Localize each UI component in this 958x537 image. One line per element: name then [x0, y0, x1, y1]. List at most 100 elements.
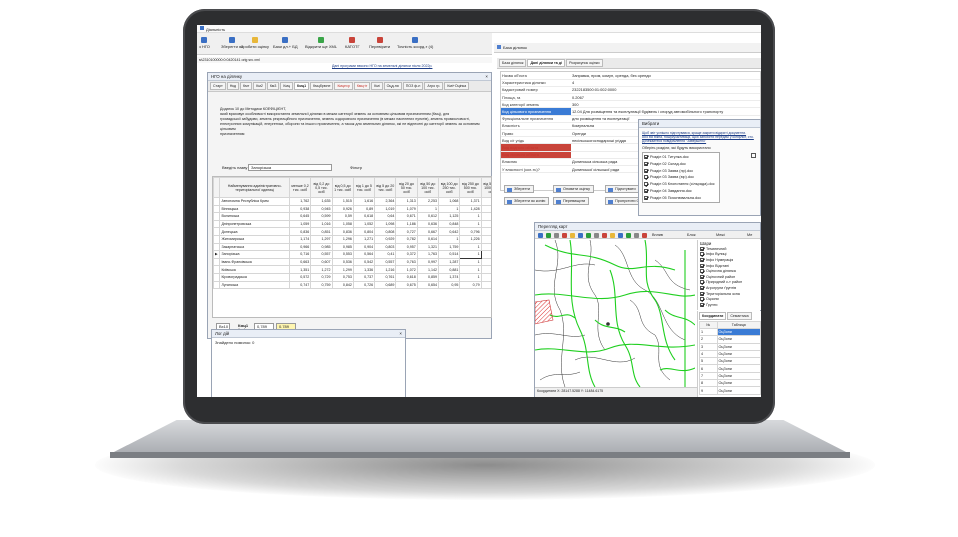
toolbar-button-6[interactable]: Перевірити	[369, 37, 390, 49]
panel-button-3[interactable]: Зберегти як копію	[504, 197, 550, 205]
map-canvas[interactable]	[535, 240, 695, 387]
region-input[interactable]: Запорізька	[248, 164, 332, 171]
panel-button-2[interactable]: Підготувати	[605, 185, 640, 193]
sub-caption[interactable]: Дані програми ввсоно НГО на земельні діл…	[332, 64, 432, 68]
tab-9[interactable]: Кмцгіт	[353, 82, 371, 90]
table-row[interactable]: Кіровоградська 0,572 0,729 0,753 0,737 0,761 0…	[213, 272, 491, 282]
tab-0[interactable]: Старт	[210, 82, 226, 90]
toolbar-button-5[interactable]: КАТОТГ	[345, 37, 360, 49]
map-tool-icon[interactable]	[562, 232, 567, 238]
table-row[interactable]: Івано-Франківська 0,663 0,607 0,536 0,542 0,5…	[213, 257, 491, 267]
prop-row[interactable]: Код цільового призначення 12.04 Для розмі…	[501, 107, 760, 116]
coords-row[interactable]: 1 ОцЗони	[699, 327, 761, 337]
checkbox-icon[interactable]	[644, 175, 648, 180]
panel-button-0[interactable]: Зберегти	[504, 185, 535, 193]
prop-row[interactable]: Площа, га 0.2067	[501, 93, 760, 102]
column-header[interactable]: від 0,2 до 0,5 тис. осіб	[310, 177, 333, 198]
tab-14[interactable]: Кмі+Оцінка	[444, 82, 470, 90]
column-header[interactable]: Найменування адміністративно-територіаль…	[219, 177, 290, 198]
coords-row[interactable]: 2 ОцЗони	[699, 335, 761, 344]
right-tab-1[interactable]: Дані ділянки та ді	[527, 59, 566, 67]
column-header[interactable]: від 1 до 5 тис. осіб	[352, 177, 376, 198]
close-icon[interactable]: ×	[485, 74, 488, 79]
checkbox-icon[interactable]	[644, 161, 648, 166]
column-header[interactable]: від 5 до 20 тис. осіб	[374, 177, 397, 198]
coords-tab-0[interactable]: Координати	[699, 312, 727, 320]
checkbox-icon[interactable]	[644, 155, 648, 159]
select-all-checkbox[interactable]	[751, 153, 756, 158]
toolbar-button-7[interactable]: Точність коорд-т (4)	[397, 37, 433, 49]
table-row[interactable]: Волинська 0,645 0,599 0,59 0,618 0,64 0,671 0,6…	[213, 212, 491, 221]
tab-6[interactable]: Кмц1	[294, 82, 310, 90]
table-row[interactable]: Вінницька 0,938 0,945 0,926 0,89 1,019 1,079 1 1…	[213, 204, 491, 214]
coords-row[interactable]: 8 ОцЗони	[699, 379, 761, 388]
tab-4[interactable]: Км3	[266, 82, 280, 90]
popup-file-item[interactable]: Розділ 01 Титулка.doc	[644, 154, 718, 161]
prop-row[interactable]: Назва об'єкта Заправка, пром, комун, орен…	[501, 72, 760, 80]
prop-row[interactable]: Код категорії земель 300	[501, 100, 760, 109]
tab-3[interactable]: Км2	[253, 82, 266, 90]
right-tab-0[interactable]: База ділянок	[499, 59, 527, 67]
map-tool-icon[interactable]	[642, 232, 647, 238]
tab-12[interactable]: ПОЗ ф-н	[402, 82, 424, 90]
tab-8[interactable]: Кмцеxp	[334, 82, 353, 90]
checkbox-icon[interactable]	[700, 291, 704, 296]
checkbox-icon[interactable]	[700, 252, 704, 257]
column-header[interactable]: від 20 до 50 тис. осіб	[395, 177, 418, 198]
coords-row[interactable]: 3 ОцЗони	[699, 342, 761, 351]
toolbar-button-3[interactable]: Бази дл.+ БД	[273, 37, 298, 49]
toolbar-button-4[interactable]: Відкрити ще XML	[305, 37, 337, 49]
map-tool-icon[interactable]	[578, 232, 583, 238]
checkbox-icon[interactable]	[700, 297, 704, 302]
column-header[interactable]: від 100 до 250 тис. осіб	[438, 177, 461, 198]
table-row[interactable]: Закарпатська 0,966 0,985 0,985 0,904 0,803 0,9…	[213, 242, 491, 252]
checkbox-icon[interactable]	[644, 182, 648, 187]
coords-row[interactable]: 5 ОцЗони	[699, 357, 761, 366]
close-icon[interactable]: ×	[399, 331, 402, 336]
coords-tab-1[interactable]: Семантика	[727, 312, 752, 320]
popup-file-item[interactable]: Розділ 03 Заява (юр).doc	[644, 174, 718, 181]
checkbox-icon[interactable]	[700, 269, 704, 274]
checkbox-icon[interactable]	[700, 263, 704, 268]
popup-file-item[interactable]: Розділ 05 Пояснювальна.doc	[644, 194, 718, 201]
coords-row[interactable]: 7 ОцЗони	[699, 371, 761, 381]
popup-file-item[interactable]: Розділ 03 Клопотання (сільрада).doc	[644, 181, 718, 188]
layer-item[interactable]: Ґрунти	[700, 302, 760, 308]
tab-5[interactable]: Кмц	[280, 82, 294, 90]
table-row[interactable]: Житомирська 1,174 1,297 1,296 1,271 0,929 0,78…	[213, 234, 491, 244]
table-row[interactable]: ▶ Запорізька 0,716 0,557 0,553 0,564 0,41 0,372…	[213, 250, 491, 259]
checkbox-icon[interactable]	[700, 280, 704, 285]
coords-row[interactable]: 4 ОцЗони	[699, 349, 761, 359]
column-header[interactable]: від 250 до 500 тис. осіб	[459, 177, 482, 198]
checkbox-icon[interactable]	[644, 195, 648, 200]
tab-13[interactable]: Агро гр.	[424, 82, 444, 90]
table-row[interactable]: Дніпропетровська 1,059 1,016 1,058 1,052 1,09…	[213, 219, 491, 229]
map-tool-icon[interactable]	[634, 232, 639, 238]
toolbar-button-2[interactable]: Зробити оцінку	[241, 37, 269, 49]
checkbox-icon[interactable]	[644, 168, 648, 173]
checkbox-icon[interactable]	[700, 285, 704, 290]
popup-file-item[interactable]: Розділ 04 Завдання.doc	[644, 188, 718, 195]
prop-row[interactable]: Характеристика ділянки 4	[501, 79, 760, 87]
table-row[interactable]: Донецька 0,836 0,851 0,836 0,804 0,808 0,727 0,…	[213, 227, 491, 236]
tab-2[interactable]: Кмт	[240, 82, 253, 90]
map-tool-icon[interactable]	[538, 232, 543, 238]
checkbox-icon[interactable]	[644, 188, 648, 193]
column-header[interactable]: від 50 до 100 тис. осіб	[416, 177, 440, 198]
map-tool-icon[interactable]	[610, 232, 615, 238]
map-tool-icon[interactable]	[546, 232, 551, 238]
tab-1[interactable]: Нкд	[226, 82, 240, 90]
popup-file-item[interactable]: Розділ 02 Склад.doc	[644, 160, 718, 167]
prop-row[interactable]: Кадастровий номер 2322183500:01:002:0000	[501, 86, 760, 95]
popup-file-item[interactable]: Розділ 03 Заява (пр).doc	[644, 167, 718, 174]
map-tool-icon[interactable]	[594, 232, 599, 238]
tab-7[interactable]: Кмцбрюне	[310, 82, 334, 90]
table-row[interactable]: Луганська 0,747 0,759 0,842 0,726 0,689 0,675 0…	[213, 280, 491, 290]
map-tool-icon[interactable]	[618, 232, 623, 238]
right-tab-2[interactable]: Розрахунок оцінки	[566, 59, 603, 67]
column-header[interactable]: від 0,5 до 1 тис. осіб	[331, 177, 354, 198]
column-header[interactable]: менше 0,2 тис. осіб	[288, 177, 312, 198]
toolbar-button-1[interactable]: Зберегти як	[221, 37, 243, 49]
checkbox-icon[interactable]	[700, 274, 704, 279]
toolbar-button-0[interactable]: з НГО	[199, 37, 210, 49]
